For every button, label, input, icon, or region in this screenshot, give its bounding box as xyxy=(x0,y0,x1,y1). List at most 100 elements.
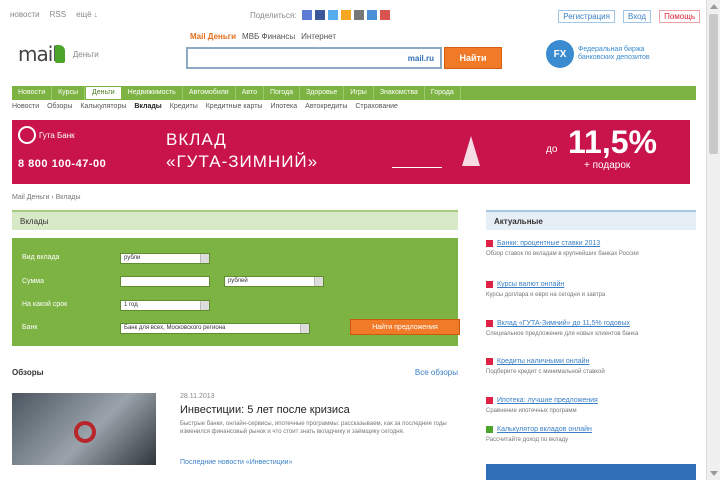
amount-input[interactable] xyxy=(120,276,210,287)
bank-logo-icon xyxy=(18,126,36,144)
news-date: 28.11.2013 xyxy=(180,393,215,400)
scroll-thumb[interactable] xyxy=(709,14,718,154)
ad-banner[interactable]: Гута Банк 8 800 100-47-00 ВКЛАД «ГУТА-ЗИ… xyxy=(12,120,690,184)
livejournal-icon[interactable] xyxy=(354,10,365,20)
facebook-icon[interactable] xyxy=(315,10,326,20)
help-link[interactable]: Помощь xyxy=(659,10,700,23)
search-input[interactable]: mail.ru xyxy=(186,47,442,69)
top-link[interactable]: новости xyxy=(10,10,40,19)
banner-phone: 8 800 100-47-00 xyxy=(18,158,107,170)
google-plus-icon[interactable] xyxy=(380,10,391,20)
sidebar-desc: Сравнение ипотечных программ xyxy=(486,408,577,414)
partner-text: Федеральная биржа банковских депозитов xyxy=(578,46,650,61)
news-section-header: Обзоры Все обзоры xyxy=(12,368,458,377)
vertical-scrollbar[interactable] xyxy=(706,0,720,480)
nav-item[interactable]: Знакомства xyxy=(374,86,425,100)
sidebar-title: Актуальные xyxy=(486,210,696,230)
bullet-icon xyxy=(486,281,493,288)
nav-item[interactable]: Автомобили xyxy=(183,86,236,100)
nav-item[interactable]: Авто xyxy=(236,86,264,100)
search-engine-label: mail.ru xyxy=(407,54,434,63)
share-bar: Поделиться: xyxy=(250,10,391,20)
christmas-tree-icon xyxy=(462,136,480,166)
subnav-item[interactable]: Страхование xyxy=(355,103,398,110)
steering-wheel-icon xyxy=(74,421,96,443)
nav-item[interactable]: Недвижимость xyxy=(122,86,183,100)
banner-brand: Гута Банк xyxy=(18,126,75,144)
logo-mark-icon xyxy=(54,45,65,63)
sidebar-desc: Рассчитайте доход по вкладу xyxy=(486,437,569,443)
bullet-icon xyxy=(486,320,493,327)
nav-item[interactable]: Игры xyxy=(344,86,374,100)
mail-icon[interactable] xyxy=(367,10,378,20)
top-bar: новости RSS ещё ↓ Поделиться: Регистраци… xyxy=(10,10,700,24)
news-excerpt: Быстрые банки, онлайн-сервисы, ипотечные… xyxy=(180,421,447,435)
gift-boxes-icon xyxy=(392,162,442,168)
subnav-item[interactable]: Новости xyxy=(12,103,39,110)
banner-title-line2: «ГУТА-ЗИМНИЙ» xyxy=(166,152,319,171)
login-link[interactable]: Вход xyxy=(622,10,652,23)
subnav-item-current[interactable]: Вклады xyxy=(134,103,161,110)
news-more-link[interactable]: Последние новости «Инвестиции» xyxy=(180,459,292,466)
bullet-icon xyxy=(486,397,493,404)
bullet-icon xyxy=(486,358,493,365)
deposit-section-title: Вклады xyxy=(12,210,458,230)
find-offers-button[interactable]: Найти предложения xyxy=(350,319,460,335)
sidebar-link[interactable]: Курсы валют онлайн xyxy=(497,281,564,288)
subnav-item[interactable]: Калькуляторы xyxy=(80,103,126,110)
twitter-icon[interactable] xyxy=(328,10,339,20)
sidebar-link[interactable]: Кредиты наличными онлайн xyxy=(497,358,589,365)
banner-rate-prefix: до xyxy=(546,144,558,155)
share-label: Поделиться: xyxy=(250,10,297,20)
subnav-item[interactable]: Кредиты xyxy=(170,103,198,110)
subnav-item[interactable]: Кредитные карты xyxy=(206,103,263,110)
all-news-link[interactable]: Все обзоры xyxy=(415,368,458,377)
search-button[interactable]: Найти xyxy=(444,47,502,69)
banner-title: ВКЛАД xyxy=(166,130,227,149)
top-link[interactable]: ещё ↓ xyxy=(76,10,98,19)
nav-item[interactable]: Здоровье xyxy=(300,86,345,100)
main-nav: Новости Курсы Деньги Недвижимость Автомо… xyxy=(12,86,696,100)
news-section-title: Обзоры xyxy=(12,368,44,377)
amount-currency-select[interactable]: рублей xyxy=(224,276,324,287)
search-tab[interactable]: Интернет xyxy=(301,32,336,41)
currency-select[interactable]: рубли xyxy=(120,253,210,264)
auth-links: Регистрация Вход Помощь xyxy=(558,10,700,23)
bank-select[interactable]: Банк для всех, Московского региона xyxy=(120,323,310,334)
subnav-item[interactable]: Ипотека xyxy=(270,103,297,110)
search-tab[interactable]: Mail Деньги xyxy=(190,32,236,41)
sidebar-desc: Обзор ставок по вкладам в крупнейших бан… xyxy=(486,251,639,257)
search-tab[interactable]: МВБ Финансы xyxy=(242,32,295,41)
partner-logo[interactable]: FX Федеральная биржа банковских депозито… xyxy=(546,40,658,68)
subnav-item[interactable]: Автокредиты xyxy=(305,103,347,110)
sidebar-ad-block[interactable] xyxy=(486,464,696,480)
nav-item[interactable]: Города xyxy=(425,86,461,100)
logo-subtitle: Деньги xyxy=(72,49,99,59)
nav-item[interactable]: Новости xyxy=(12,86,53,100)
nav-item[interactable]: Курсы xyxy=(52,86,86,100)
news-image[interactable] xyxy=(12,393,156,465)
site-logo[interactable]: mail Деньги xyxy=(18,42,99,66)
form-label: Сумма xyxy=(22,278,44,285)
sidebar-link[interactable]: Банки: процентные ставки 2013 xyxy=(497,240,600,247)
odnoklassniki-icon[interactable] xyxy=(341,10,352,20)
social-icon[interactable] xyxy=(302,10,313,20)
top-link[interactable]: RSS xyxy=(50,10,66,19)
news-headline[interactable]: Инвестиции: 5 лет после кризиса xyxy=(180,404,350,416)
banner-gift: + подарок xyxy=(584,160,631,171)
nav-item-active[interactable]: Деньги xyxy=(85,86,122,100)
scroll-down-icon[interactable] xyxy=(710,471,718,476)
deposit-search-form: Вид вклада Сумма На какой срок Банк рубл… xyxy=(12,238,460,346)
breadcrumb[interactable]: Mail Деньги › Вклады xyxy=(12,194,81,201)
sidebar-link[interactable]: Калькулятор вкладов онлайн xyxy=(497,426,592,433)
sidebar-link[interactable]: Ипотека: лучшие предложения xyxy=(497,397,598,404)
register-link[interactable]: Регистрация xyxy=(558,10,615,23)
scroll-up-icon[interactable] xyxy=(710,4,718,9)
page: новости RSS ещё ↓ Поделиться: Регистраци… xyxy=(0,0,706,480)
term-select[interactable]: 1 год xyxy=(120,300,210,311)
subnav-item[interactable]: Обзоры xyxy=(47,103,72,110)
bullet-icon xyxy=(486,240,493,247)
nav-item[interactable]: Погода xyxy=(264,86,301,100)
sidebar-link[interactable]: Вклад «ГУТА-Зимний» до 11,5% годовых xyxy=(497,320,630,327)
bullet-icon xyxy=(486,426,493,433)
